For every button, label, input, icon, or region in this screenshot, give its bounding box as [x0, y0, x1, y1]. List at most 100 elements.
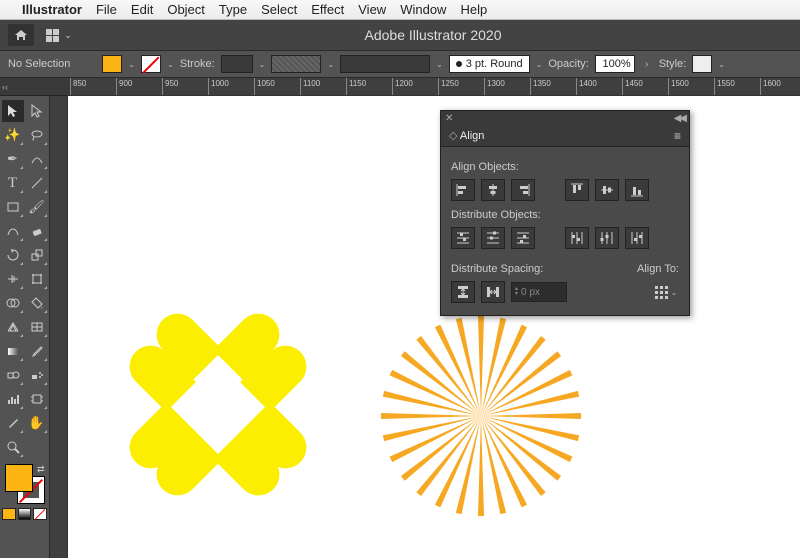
- scale-tool[interactable]: [26, 244, 48, 266]
- opacity-input[interactable]: 100%: [595, 55, 635, 73]
- brush-definition-select[interactable]: 3 pt. Round: [449, 55, 530, 73]
- eyedropper-tool[interactable]: [26, 340, 48, 362]
- dist-bottom-button[interactable]: [511, 227, 535, 249]
- align-vcenter-button[interactable]: [595, 179, 619, 201]
- chevron-down-icon[interactable]: ⌄: [536, 60, 543, 69]
- dist-vcenter-button[interactable]: [481, 227, 505, 249]
- dist-left-button[interactable]: [565, 227, 589, 249]
- hand-tool[interactable]: ✋: [26, 412, 48, 434]
- align-bottom-button[interactable]: [625, 179, 649, 201]
- menu-window[interactable]: Window: [400, 2, 446, 17]
- dist-hcenter-button[interactable]: [595, 227, 619, 249]
- stroke-color-swatch[interactable]: [141, 55, 161, 73]
- column-graph-tool[interactable]: [2, 388, 24, 410]
- align-top-button[interactable]: [565, 179, 589, 201]
- menu-effect[interactable]: Effect: [311, 2, 344, 17]
- app-menu[interactable]: Illustrator: [22, 2, 82, 17]
- ruler-tick: 1500: [668, 78, 689, 95]
- align-right-button[interactable]: [511, 179, 535, 201]
- line-segment-tool[interactable]: [26, 172, 48, 194]
- eraser-tool[interactable]: [26, 220, 48, 242]
- color-mode-button[interactable]: [2, 508, 16, 520]
- menu-object[interactable]: Object: [167, 2, 205, 17]
- menu-select[interactable]: Select: [261, 2, 297, 17]
- chevron-down-icon[interactable]: ⌄: [167, 60, 174, 69]
- close-panel-icon[interactable]: ✕: [445, 113, 453, 124]
- panel-menu-icon[interactable]: ≡: [674, 129, 681, 143]
- stroke-weight-input[interactable]: [221, 55, 253, 73]
- chevron-down-icon[interactable]: ⌄: [718, 60, 725, 69]
- symbol-sprayer-tool[interactable]: [26, 364, 48, 386]
- horizontal-ruler[interactable]: 8509009501000105011001150120012501300135…: [70, 78, 800, 95]
- curvature-tool[interactable]: [26, 148, 48, 170]
- dist-top-button[interactable]: [451, 227, 475, 249]
- next-style-icon[interactable]: ›: [641, 58, 653, 70]
- starburst-shape[interactable]: [378, 316, 578, 516]
- perspective-grid-tool[interactable]: [2, 316, 24, 338]
- menu-edit[interactable]: Edit: [131, 2, 153, 17]
- type-tool[interactable]: T: [2, 172, 24, 194]
- heart-shape[interactable]: [247, 367, 319, 447]
- chevron-down-icon[interactable]: ⌄: [259, 60, 266, 69]
- menu-type[interactable]: Type: [219, 2, 247, 17]
- fill-box[interactable]: [5, 464, 33, 492]
- lasso-tool[interactable]: [26, 124, 48, 146]
- collapse-panel-icon[interactable]: ◀◀: [674, 113, 685, 124]
- align-to-selection-button[interactable]: ⌄: [653, 281, 679, 303]
- macos-menubar: Illustrator File Edit Object Type Select…: [0, 0, 800, 20]
- dist-hspace-button[interactable]: [481, 281, 505, 303]
- rectangle-tool[interactable]: [2, 196, 24, 218]
- free-transform-tool[interactable]: [26, 268, 48, 290]
- direct-selection-tool[interactable]: [26, 100, 48, 122]
- dist-vspace-button[interactable]: [451, 281, 475, 303]
- section-distribute-objects: Distribute Objects:: [451, 209, 679, 221]
- menu-view[interactable]: View: [358, 2, 386, 17]
- ruler-origin[interactable]: ‹‹: [0, 78, 70, 95]
- artboard-tool[interactable]: [26, 388, 48, 410]
- mesh-tool[interactable]: [26, 316, 48, 338]
- dist-right-button[interactable]: [625, 227, 649, 249]
- vertical-ruler[interactable]: [50, 96, 68, 558]
- shape-builder-tool[interactable]: [2, 292, 24, 314]
- fill-stroke-indicator[interactable]: ⇄: [5, 464, 45, 504]
- heart-shape[interactable]: [178, 301, 258, 373]
- menu-file[interactable]: File: [96, 2, 117, 17]
- width-tool[interactable]: [2, 268, 24, 290]
- pen-tool[interactable]: ✒: [2, 148, 24, 170]
- control-bar: No Selection ⌄ ⌄ Stroke: ⌄ ⌄ ⌄ 3 pt. Rou…: [0, 50, 800, 78]
- blend-tool[interactable]: [2, 364, 24, 386]
- gradient-mode-button[interactable]: [18, 508, 32, 520]
- graphic-style-swatch[interactable]: [692, 55, 712, 73]
- gradient-tool[interactable]: [2, 340, 24, 362]
- align-left-button[interactable]: [451, 179, 475, 201]
- none-mode-button[interactable]: [33, 508, 47, 520]
- zoom-tool[interactable]: [2, 436, 24, 458]
- swap-fill-stroke-icon[interactable]: ⇄: [37, 464, 45, 475]
- shaper-tool[interactable]: [2, 220, 24, 242]
- chevron-down-icon[interactable]: ⌄: [327, 60, 334, 69]
- slice-tool[interactable]: [2, 412, 24, 434]
- ruler-tick: 1550: [714, 78, 735, 95]
- selection-tool[interactable]: [2, 100, 24, 122]
- ruler-tick: 850: [70, 78, 86, 95]
- live-paint-bucket-tool[interactable]: [26, 292, 48, 314]
- menu-help[interactable]: Help: [460, 2, 487, 17]
- heart-shape[interactable]: [117, 367, 189, 447]
- heart-shape[interactable]: [178, 436, 258, 508]
- home-button[interactable]: [8, 24, 34, 46]
- paintbrush-tool[interactable]: 🖌: [26, 196, 48, 218]
- chevron-down-icon[interactable]: ⌄: [128, 60, 135, 69]
- ruler-tick: 1000: [208, 78, 229, 95]
- artboard[interactable]: ➤: [68, 96, 800, 558]
- spacing-value-input[interactable]: ▴▾0 px: [511, 282, 567, 302]
- variable-width-profile[interactable]: [271, 55, 321, 73]
- doc-layout-button[interactable]: ⌄: [44, 25, 74, 45]
- brush-definition-bg[interactable]: [340, 55, 430, 73]
- panel-tab-align[interactable]: ◇ Align: [449, 129, 484, 142]
- chevron-down-icon[interactable]: ⌄: [436, 60, 443, 69]
- fill-color-swatch[interactable]: [102, 55, 122, 73]
- align-hcenter-button[interactable]: [481, 179, 505, 201]
- magic-wand-tool[interactable]: ✨: [2, 124, 24, 146]
- rotate-tool[interactable]: [2, 244, 24, 266]
- ruler-tick: 1350: [530, 78, 551, 95]
